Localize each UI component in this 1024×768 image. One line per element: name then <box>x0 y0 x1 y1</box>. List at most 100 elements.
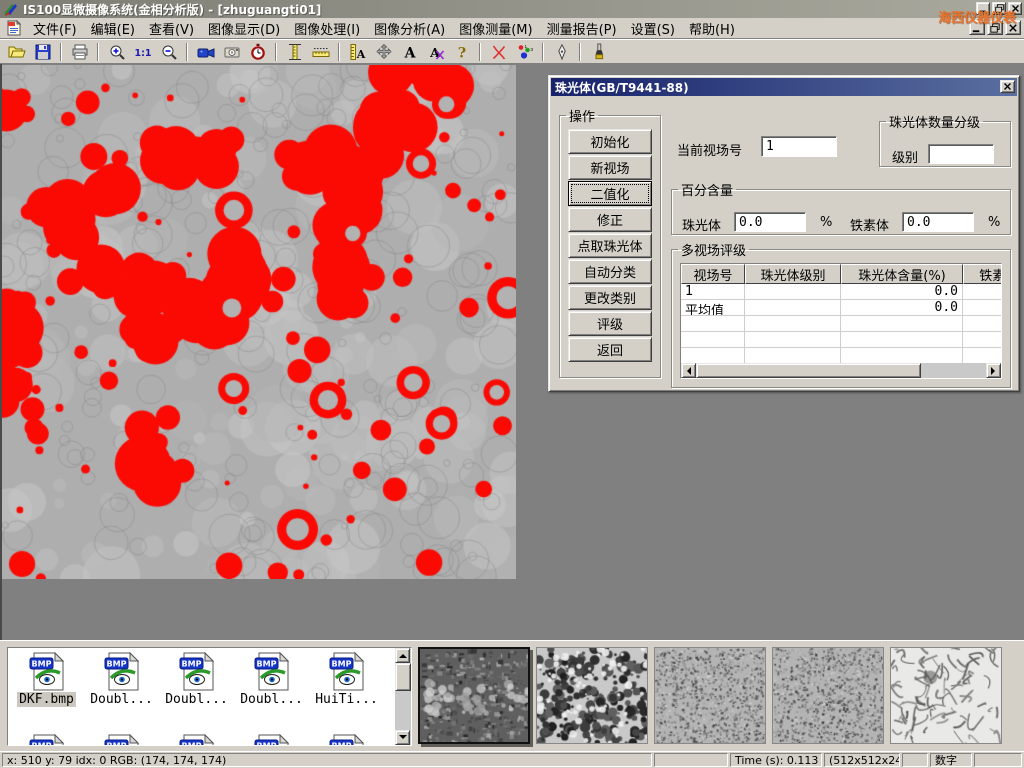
save-button[interactable] <box>30 41 55 63</box>
menu-items: 文件(F)编辑(E)查看(V)图像显示(D)图像处理(I)图像分析(A)图像测量… <box>26 17 742 40</box>
classify-dots-button[interactable]: 13 <box>512 41 537 63</box>
vertical-caliper-button[interactable] <box>282 41 307 63</box>
table-row[interactable]: 10.0 <box>681 284 1001 300</box>
dialog-title-bar[interactable]: 珠光体(GB/T9441-88) <box>551 78 1017 96</box>
menu-item-4[interactable]: 图像处理(I) <box>287 17 367 40</box>
file-name: HuiTi... <box>313 692 380 707</box>
metallographic-image[interactable] <box>2 65 516 579</box>
close-button[interactable] <box>1008 2 1022 15</box>
table-header-0[interactable]: 视场号 <box>681 264 745 284</box>
scroll-down-button[interactable] <box>395 730 410 745</box>
file-scrollbar-thumb[interactable] <box>395 663 411 691</box>
help-button[interactable]: ? <box>449 41 474 63</box>
menu-item-6[interactable]: 图像测量(M) <box>452 17 539 40</box>
curve-tool-icon <box>490 43 508 61</box>
child-restore-button[interactable] <box>987 20 1003 35</box>
op-button-0[interactable]: 初始化 <box>568 129 652 154</box>
time-status: Time (s): 0.113 <box>730 753 822 767</box>
actual-size-button[interactable]: 1:1 <box>130 41 155 63</box>
table-row[interactable] <box>681 316 1001 332</box>
file-item[interactable] <box>234 733 309 746</box>
menu-item-3[interactable]: 图像显示(D) <box>201 17 287 40</box>
toolbar-separator <box>542 43 544 61</box>
scroll-left-button[interactable] <box>681 363 696 378</box>
move-tool-icon <box>375 43 393 61</box>
menu-item-2[interactable]: 查看(V) <box>142 17 201 40</box>
op-button-8[interactable]: 返回 <box>568 337 652 362</box>
open-folder-button[interactable] <box>4 41 29 63</box>
move-tool-button[interactable] <box>371 41 396 63</box>
table-row[interactable] <box>681 332 1001 348</box>
table-horizontal-scrollbar[interactable] <box>681 363 1001 378</box>
menu-item-9[interactable]: 帮助(H) <box>682 17 742 40</box>
bmp-file-icon <box>102 733 142 746</box>
scroll-up-button[interactable] <box>395 648 410 663</box>
dialog-close-button[interactable] <box>1000 80 1015 93</box>
ruler-text-button[interactable]: A <box>345 41 370 63</box>
window-title: IS100显微摄像系统(金相分析版) - [zhuguangti01] <box>23 1 321 18</box>
brush-button[interactable] <box>586 41 611 63</box>
thumbnail-4[interactable] <box>890 647 1002 744</box>
current-field-input[interactable] <box>761 136 837 157</box>
op-button-7[interactable]: 评级 <box>568 311 652 336</box>
zoom-out-button[interactable] <box>156 41 181 63</box>
zoom-out-icon <box>160 43 178 61</box>
restore-button[interactable] <box>992 2 1006 15</box>
text-style-button[interactable]: A <box>423 41 448 63</box>
horizontal-ruler-button[interactable] <box>308 41 333 63</box>
menu-item-7[interactable]: 测量报告(P) <box>540 17 624 40</box>
op-button-5[interactable]: 自动分类 <box>568 259 652 284</box>
text-button[interactable]: A <box>397 41 422 63</box>
menu-item-0[interactable]: 文件(F) <box>26 17 84 40</box>
file-item-HuiTi...[interactable]: HuiTi... <box>309 651 384 707</box>
table-header-1[interactable]: 珠光体级别 <box>745 264 841 284</box>
table-row[interactable] <box>681 348 1001 364</box>
child-minimize-button[interactable] <box>969 20 985 35</box>
op-button-4[interactable]: 点取珠光体 <box>568 233 652 258</box>
menu-item-1[interactable]: 编辑(E) <box>84 17 142 40</box>
op-button-6[interactable]: 更改类别 <box>568 285 652 310</box>
percent-group: 百分含量 珠光体 % 铁素体 % <box>671 180 1011 235</box>
document-icon[interactable] <box>6 20 22 36</box>
menu-item-5[interactable]: 图像分析(A) <box>367 17 452 40</box>
file-item-DKF.bmp[interactable]: DKF.bmp <box>9 651 84 707</box>
table-cell <box>963 284 1002 299</box>
title-bar: IS100显微摄像系统(金相分析版) - [zhuguangti01] <box>0 0 1024 18</box>
scrollbar-thumb[interactable] <box>696 363 921 378</box>
pearlite-percent-input[interactable] <box>734 212 806 232</box>
op-button-3[interactable]: 修正 <box>568 207 652 232</box>
camera-button[interactable] <box>219 41 244 63</box>
print-icon <box>71 43 89 61</box>
file-item[interactable] <box>309 733 384 746</box>
op-button-2[interactable]: 二值化 <box>568 181 652 206</box>
child-close-button[interactable] <box>1005 20 1021 35</box>
file-item[interactable] <box>159 733 234 746</box>
ferrite-percent-input[interactable] <box>902 212 974 232</box>
table-header-3[interactable]: 铁素体含量(%) <box>963 264 1002 284</box>
grade-input[interactable] <box>928 144 994 164</box>
zoom-in-button[interactable] <box>104 41 129 63</box>
dialog-title: 珠光体(GB/T9441-88) <box>555 79 689 96</box>
thumbnail-2[interactable] <box>654 647 766 744</box>
file-item[interactable] <box>84 733 159 746</box>
minimize-button[interactable] <box>976 2 990 15</box>
video-camera-button[interactable] <box>193 41 218 63</box>
pen-tool-button[interactable] <box>549 41 574 63</box>
table-row[interactable]: 平均值0.0 <box>681 300 1001 316</box>
curve-tool-button[interactable] <box>486 41 511 63</box>
thumbnail-1[interactable] <box>536 647 648 744</box>
thumbnail-0[interactable] <box>418 647 530 744</box>
print-button[interactable] <box>67 41 92 63</box>
stopwatch-button[interactable] <box>245 41 270 63</box>
table-cell <box>745 300 841 315</box>
file-item-Doubl...[interactable]: Doubl... <box>234 651 309 707</box>
scroll-right-button[interactable] <box>986 363 1001 378</box>
thumbnail-3[interactable] <box>772 647 884 744</box>
file-item-Doubl...[interactable]: Doubl... <box>159 651 234 707</box>
file-list-scrollbar[interactable] <box>395 648 411 745</box>
table-header-2[interactable]: 珠光体含量(%) <box>841 264 963 284</box>
file-item[interactable] <box>9 733 84 746</box>
menu-item-8[interactable]: 设置(S) <box>624 17 682 40</box>
file-item-Doubl...[interactable]: Doubl... <box>84 651 159 707</box>
op-button-1[interactable]: 新视场 <box>568 155 652 180</box>
